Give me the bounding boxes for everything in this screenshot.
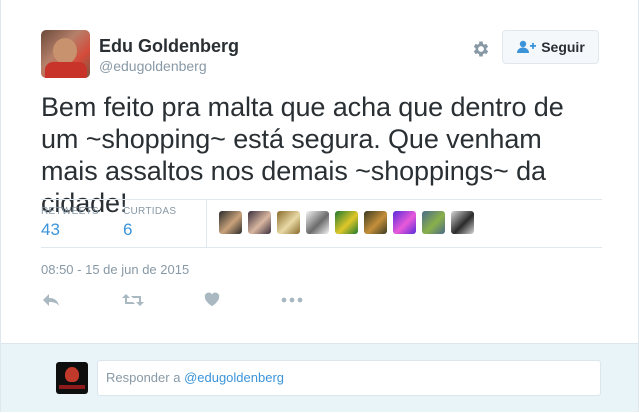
likes-label: CURTIDAS xyxy=(123,206,177,217)
likes-count: 6 xyxy=(123,220,133,239)
add-user-icon xyxy=(516,40,537,54)
reply-input[interactable]: Responder a @edugoldenberg xyxy=(97,360,601,396)
more-icon[interactable] xyxy=(281,290,303,315)
retweet-icon[interactable] xyxy=(121,290,145,315)
follow-button[interactable]: Seguir xyxy=(502,30,599,64)
reply-icon[interactable] xyxy=(41,290,61,315)
tweet-timestamp[interactable]: 08:50 - 15 de jun de 2015 xyxy=(41,262,189,277)
follow-button-label: Seguir xyxy=(541,39,585,55)
liker-avatar[interactable] xyxy=(277,211,300,234)
liker-avatar[interactable] xyxy=(451,211,474,234)
stats-divider xyxy=(206,200,207,247)
reply-placeholder-mention: @edugoldenberg xyxy=(184,370,285,385)
reply-placeholder-prefix: Responder a xyxy=(106,370,185,385)
retweets-stat[interactable]: RETWEETS 43 xyxy=(41,206,99,240)
retweets-label: RETWEETS xyxy=(41,206,99,217)
current-user-avatar xyxy=(56,362,88,394)
author-name[interactable]: Edu Goldenberg xyxy=(99,36,239,57)
liker-avatars xyxy=(219,211,474,234)
gear-icon[interactable] xyxy=(471,39,491,59)
liker-avatar[interactable] xyxy=(248,211,271,234)
liker-avatar[interactable] xyxy=(219,211,242,234)
author-avatar[interactable] xyxy=(41,30,90,78)
liker-avatar[interactable] xyxy=(422,211,445,234)
likes-stat[interactable]: CURTIDAS 6 xyxy=(123,206,176,240)
liker-avatar[interactable] xyxy=(306,211,329,234)
tweet-card: Edu Goldenberg @edugoldenberg Seguir Bem… xyxy=(0,0,639,412)
heart-icon[interactable] xyxy=(203,290,221,313)
retweets-count: 43 xyxy=(41,220,60,239)
liker-avatar[interactable] xyxy=(335,211,358,234)
reply-bar: Responder a @edugoldenberg xyxy=(1,343,638,412)
liker-avatar[interactable] xyxy=(393,211,416,234)
author-handle[interactable]: @edugoldenberg xyxy=(99,58,207,74)
liker-avatar[interactable] xyxy=(364,211,387,234)
tweet-stats: RETWEETS 43 CURTIDAS 6 xyxy=(41,199,602,248)
